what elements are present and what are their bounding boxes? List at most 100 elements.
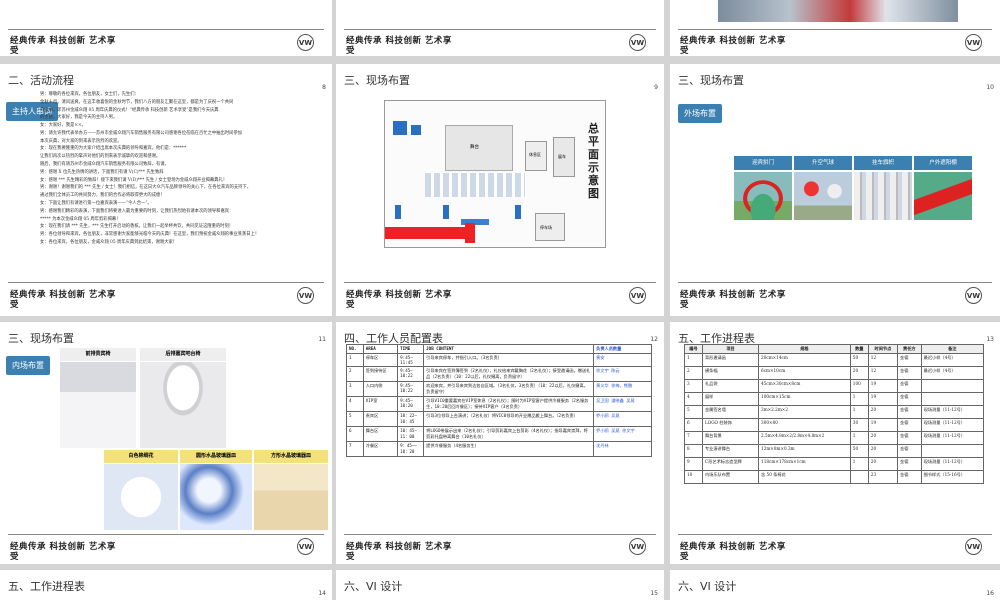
page-number: 8 [322, 84, 326, 91]
slide-9[interactable]: 三、现场布置 9 舞台 休息区 展车 停车场 总平面示意图 经典传承 科技创新 … [336, 64, 664, 316]
item-label: 前排贵宾椅 [60, 348, 136, 361]
table-cell [920, 392, 985, 406]
script-line: 男：谢谢！谢谢我们的 *** 先生 / 女士！我们相信，在这日大众汽车品牌领导的… [40, 185, 252, 191]
vw-logo-icon: VW [297, 34, 314, 51]
table-cell: 1 [849, 405, 869, 419]
page-number: 14 [318, 590, 326, 597]
footer-divider [8, 282, 324, 283]
footer-divider [344, 534, 656, 535]
table-row: 3 入口内侧 9:45—10:22 欢迎来宾，并引导来宾到达各自区域。（3名礼仪，3名… [346, 381, 652, 397]
footer-divider [8, 29, 324, 30]
table-cell: 20 [867, 431, 899, 445]
table-cell: 50 [849, 444, 869, 458]
footer-divider [678, 29, 992, 30]
table-cell: 1 [346, 353, 364, 367]
script-line: 本次庆典，对大家的到来表示热烈的欢迎。 [40, 138, 122, 144]
parking-area: 停车场 [535, 213, 565, 241]
footer-slogan: 经典传承 科技创新 艺术享 [680, 290, 786, 300]
slide-13[interactable]: 五、工作进程表 13 编号 项目 规格 数量 时间节点 责任方 备注 1 背形邀请函 20cm×… [670, 322, 1000, 564]
footer-divider [8, 534, 324, 535]
column-header: TIME [397, 344, 425, 354]
footer-slogan-tail: 受 [680, 300, 689, 310]
table-cell: 50 [849, 353, 869, 367]
table-cell: 23 [867, 470, 899, 484]
table-cell: 金德 [897, 457, 922, 471]
item-label: 户外遮阳棚 [914, 156, 972, 170]
table-cell: 12 [867, 353, 899, 367]
column-header: AREA [362, 344, 399, 354]
slide-16[interactable]: 六、VI 设计 16 [670, 570, 1000, 600]
zone-block [515, 205, 521, 219]
section-tag: 外场布置 [678, 104, 722, 123]
zone-block [393, 121, 407, 135]
table-cell: 最迟小样（4号） [920, 366, 985, 380]
slide-14[interactable]: 五、工作进程表 14 [0, 570, 332, 600]
slide-8[interactable]: 二、活动流程 8 主持人串词 男：尊敬的各位来宾，各位朋友，女士们，先生们： 金… [0, 64, 332, 316]
table-cell: 金德 [897, 405, 922, 419]
host-script: 男：尊敬的各位来宾，各位朋友，女士们，先生们： 金秋十月，清风送爽，在这丰收喜悦… [40, 92, 324, 248]
item-label: 升空气球 [794, 156, 852, 170]
script-line: 男：请允许我代表举办方——苏州市金威众翔汽车销售服务有限公司感谢各位莅临在百忙之… [40, 130, 242, 136]
slide-7c[interactable]: 经典传承 科技创新 艺术享 受 VW [670, 0, 1000, 56]
table-cell: 12 [867, 366, 899, 380]
table-cell: 舞台区 [362, 426, 399, 442]
script-line: 的主题，大家好，我是今天的主持人男。 [40, 115, 118, 121]
footer-slogan: 经典传承 科技创新 艺术享 [346, 540, 452, 552]
table-cell: 12m×8m×0.3m [758, 444, 851, 458]
slide-title: 六、VI 设计 [344, 580, 403, 593]
table-row: 6 舞台区 10：45—11：00 将LOGO带展示出来（2名礼仪）；引导剪彩嘉宾上台… [346, 426, 652, 442]
script-line: 男：感谢我们精彩的表演，下面我们将要进入最为重要的时刻，让我们热烈地有请本次的领… [40, 208, 234, 214]
table-cell: 横条幅 [701, 366, 760, 380]
column-header: 责任方 [897, 344, 922, 354]
slide-15[interactable]: 六、VI 设计 15 [336, 570, 664, 600]
table-cell: 金德 [897, 470, 922, 484]
footer-slogan-tail: 受 [680, 46, 689, 56]
table-row: 1 背形邀请函 20cm×14cm 50 12 金德 最迟小样（4号） [684, 353, 985, 367]
item-label: 方形水晶玻璃器皿 [254, 450, 328, 463]
progress-table: 编号 项目 规格 数量 时间节点 责任方 备注 1 背形邀请函 20cm×14cm 50 12 金德最… [684, 344, 985, 484]
rest-area: 休息区 [525, 141, 547, 171]
table-cell: 提供冷餐服务（4名服务生） [423, 441, 595, 457]
slide-7[interactable]: 经典传承 科技创新 艺术享 受 VW [0, 0, 332, 56]
slide-10[interactable]: 三、现场布置 10 外场布置 迎宾拱门 升空气球 挂车旗帜 户外遮阳棚 经典传承… [670, 64, 1000, 316]
slide-7b[interactable]: 经典传承 科技创新 艺术享 受 VW [336, 0, 664, 56]
table-cell: 6 [684, 418, 703, 432]
vw-logo-icon: VW [629, 538, 646, 555]
footer-slogan-tail: 受 [346, 552, 355, 562]
script-line: 金秋十月，清风送爽，在这丰收喜悦的金秋时节，我们八方的朋友汇聚在这里，都是为了庆… [40, 99, 234, 105]
vw-logo-icon: VW [629, 287, 646, 304]
script-line: 女：现在我要隆重的为大家介绍出席本次庆典的领导和嘉宾，他们是：****** [40, 146, 187, 152]
table-row: 7 舞台背景 2.5m×4.8m×2/2.8m×4.8m×2 1 20 金德 现场测量（11… [684, 431, 985, 445]
slide-11[interactable]: 三、现场布置 11 内场布置 前排贵宾椅 后排嘉宾吧台椅 白色棉绸花 圆形水晶玻… [0, 322, 332, 564]
slide-title: 二、活动流程 [8, 74, 74, 87]
table-cell [920, 379, 985, 393]
footer-slogan: 经典传承 科技创新 艺术享 [346, 36, 452, 46]
table-cell: 乔小鸥 吴晃 [593, 411, 652, 427]
table-row: 6 LOGO 柱装饰 300×80 30 19 金德 现场测量（11-12号） [684, 418, 985, 432]
slide-title: 三、现场布置 [8, 332, 74, 345]
table-row: 2 签到接待区 9:45—10:22 引导来宾在签到簿签到（2名礼仪），礼仪给来宾戴胸… [346, 366, 652, 382]
table-cell: 签到接待区 [362, 366, 399, 382]
footer-slogan: 经典传承 科技创新 艺术享 [680, 542, 786, 552]
column-header: 数量 [849, 344, 869, 354]
staff-table: NO. AREA TIME JOB CONTENT 负责人员数量 1 停车区 9:45—11… [346, 344, 652, 457]
showroom-photo [718, 0, 958, 22]
footer-slogan-tail: 受 [346, 46, 355, 56]
slide-12[interactable]: 四、工作人员配置表 12 NO. AREA TIME JOB CONTENT 负责人员数… [336, 322, 664, 564]
red-carpet [465, 223, 475, 243]
table-cell: 2 [684, 366, 703, 380]
table-cell: 10 [684, 470, 703, 484]
column-header: JOB CONTENT [423, 344, 595, 354]
table-cell: 7 [684, 431, 703, 445]
table-row: 9 C形艺术标志造型牌 118cm×178cm×1cm 1 20 金德 现场测量（11-12… [684, 457, 985, 471]
zone-block [395, 205, 401, 219]
table-cell: 引导VIC0重要嘉宾在VIP室休息（2名礼仪）；随时为VIP室客户提供冷餐服务（… [423, 396, 595, 412]
table-cell: 引导来宾在签到簿签到（2名礼仪），礼仪给来宾戴胸花（2名礼仪）；接受邀请函，赠送… [423, 366, 595, 382]
column-header: NO. [346, 344, 364, 354]
footer-divider [678, 534, 992, 535]
table-cell: 黄安 [593, 353, 652, 367]
slide-title: 五、工作进程表 [8, 580, 85, 593]
table-cell: 引导来宾停车，并指引入口。（3名负责） [423, 353, 595, 367]
table-cell: 5 [346, 411, 364, 427]
table-row: 2 横条幅 6cm×10cm 20 12 金德 最迟小样（4号） [684, 366, 985, 380]
